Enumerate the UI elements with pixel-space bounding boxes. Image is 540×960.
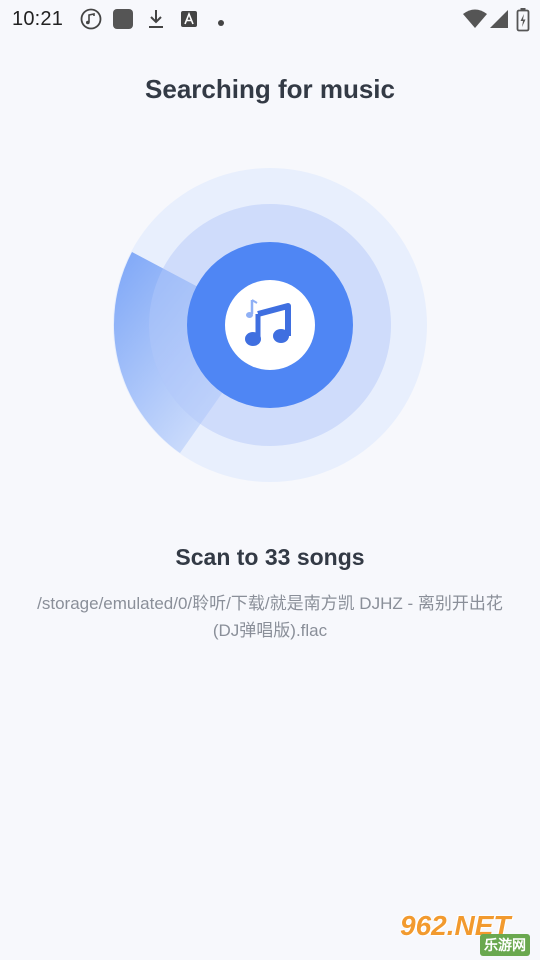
download-icon [146, 8, 166, 35]
battery-icon [516, 8, 530, 37]
wifi-icon [462, 8, 488, 35]
page-title: Searching for music [145, 74, 395, 104]
radar-center-circle [225, 280, 315, 370]
signal-icon [488, 8, 510, 35]
app-square-icon [112, 8, 134, 35]
status-time: 10:21 [12, 8, 64, 30]
watermark-logo: 962.NET 乐游网 [400, 910, 536, 956]
font-a-icon [180, 8, 198, 35]
music-note-circle-icon [80, 8, 102, 35]
dot-icon [217, 14, 225, 32]
scan-radar [110, 168, 430, 488]
watermark-sub-text: 乐游网 [480, 934, 530, 956]
current-file-path: /storage/emulated/0/聆听/下载/就是南方凯 DJHZ - 离… [37, 594, 503, 640]
status-bar: 10:21 [0, 0, 540, 38]
scan-count-label: Scan to 33 songs [175, 544, 365, 570]
